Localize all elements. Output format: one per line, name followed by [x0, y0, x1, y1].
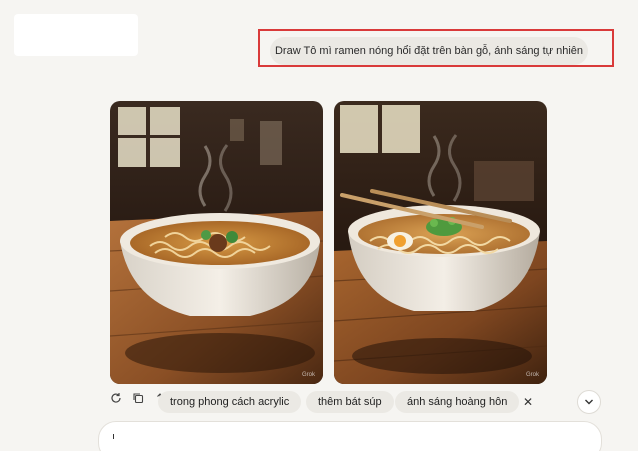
image-watermark: Grok [525, 372, 539, 378]
generated-image-2[interactable]: Grok [334, 101, 547, 384]
scroll-down-button[interactable] [577, 390, 601, 414]
suggestion-chip-acrylic[interactable]: trong phong cách acrylic [158, 391, 302, 413]
user-prompt-bubble: Draw Tô mì ramen nóng hổi đặt trên bàn g… [270, 37, 588, 65]
ramen-image-2-art [334, 101, 547, 384]
message-input[interactable] [98, 421, 602, 451]
ramen-image-1-art [110, 101, 323, 384]
chevron-down-icon [585, 399, 593, 405]
suggestion-chip-soup-bowl[interactable]: thêm bát súp [306, 391, 394, 413]
text-caret [113, 434, 114, 439]
header-logo-placeholder [14, 14, 138, 56]
regenerate-icon[interactable] [110, 392, 122, 404]
suggestion-chip-sunset-light[interactable]: ánh sáng hoàng hôn [395, 391, 520, 413]
copy-icon[interactable] [132, 392, 144, 404]
image-watermark: Grok [301, 372, 315, 378]
close-suggestions-icon[interactable]: ✕ [519, 392, 537, 412]
generated-image-1[interactable]: Grok [110, 101, 323, 384]
chat-page: Draw Tô mì ramen nóng hổi đặt trên bàn g… [0, 0, 638, 451]
